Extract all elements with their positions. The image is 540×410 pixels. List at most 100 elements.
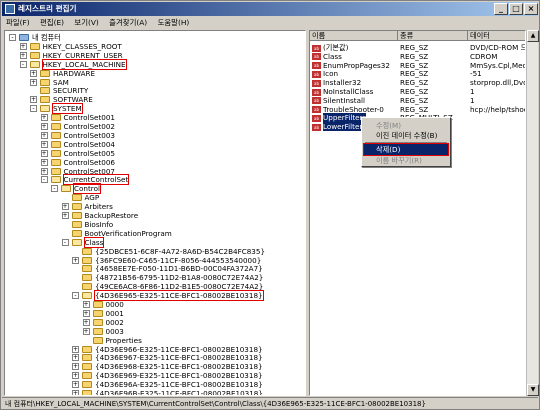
title-bar[interactable]: 레지스트리 편집기 _ □ × (2, 2, 538, 16)
vertical-scrollbar[interactable]: ▲ ▼ (526, 30, 539, 396)
tree-node-label[interactable]: SECURITY (53, 86, 88, 95)
list-item[interactable]: ab Class REG_SZ CDROM (310, 52, 525, 61)
column-header-type[interactable]: 종류 (398, 31, 468, 41)
tree-node-label[interactable]: SOFTWARE (53, 95, 93, 104)
tree-node[interactable]: + ControlSet007 (5, 167, 303, 176)
tree-node[interactable]: - SYSTEM (5, 103, 303, 115)
tree-node[interactable]: {25DBCE51-6C8F-4A72-8A6D-B54C2B4FC835} (5, 247, 303, 256)
tree-node[interactable]: + ControlSet006 (5, 158, 303, 167)
expand-toggle-icon[interactable]: + (82, 318, 90, 326)
expand-toggle-icon[interactable]: + (40, 158, 48, 166)
scroll-up-arrow-icon[interactable]: ▲ (527, 30, 539, 42)
tree-node-label[interactable]: HKEY_CURRENT_USER (43, 51, 123, 60)
tree-node[interactable]: SECURITY (5, 86, 303, 95)
list-item[interactable]: ab SilentInstall REG_SZ 1 (310, 96, 525, 105)
expand-toggle-icon[interactable]: + (40, 114, 48, 122)
collapse-toggle-icon[interactable]: - (40, 176, 48, 184)
list-item[interactable]: abEnumPropPages32 REG_SZ MmSys.Cpl,MediaPr (310, 61, 525, 70)
expand-toggle-icon[interactable]: + (40, 140, 48, 148)
tree-node[interactable]: + SOFTWARE (5, 95, 303, 104)
list-item[interactable]: ab(기본값) REG_SZ DVD/CD-ROM 드라이 (310, 43, 525, 52)
registry-tree-pane[interactable]: - 내 컴퓨터 + HKEY_CLASSES_ROOT + HKEY_CURRENT_US… (4, 30, 306, 396)
menu-help[interactable]: 도움말(H) (154, 16, 194, 29)
tree-node[interactable]: + ControlSet005 (5, 149, 303, 158)
tree-node[interactable]: - Class (5, 236, 303, 248)
tree-node[interactable]: + {4D36E968-E325-11CE-BFC1-08002BE10318} (5, 362, 303, 371)
tree-node-label[interactable]: HKEY_LOCAL_MACHINE (41, 58, 127, 70)
tree-node[interactable]: Properties (5, 336, 303, 345)
expand-toggle-icon[interactable]: + (30, 69, 37, 77)
list-item[interactable]: ab Icon REG_SZ -51 (310, 69, 525, 78)
tree-node-label[interactable]: {4D36E969-E325-11CE-BFC1-08002BE10318} (95, 371, 263, 380)
tree-node-label[interactable]: ControlSet003 (64, 131, 116, 140)
tree-node[interactable]: + ControlSet004 (5, 140, 303, 149)
tree-node[interactable]: + {4D36E969-E325-11CE-BFC1-08002BE10318} (5, 371, 303, 380)
tree-node-label[interactable]: {48721B56-6795-11D2-B1A8-0080C72E74A2} (95, 273, 263, 282)
tree-node-label[interactable]: SAM (53, 78, 69, 87)
collapse-toggle-icon[interactable]: - (51, 185, 58, 193)
scroll-down-arrow-icon[interactable]: ▼ (527, 384, 539, 396)
tree-node[interactable]: + Arbiters (5, 202, 303, 211)
expand-toggle-icon[interactable]: + (72, 381, 79, 389)
expand-toggle-icon[interactable]: + (61, 203, 69, 211)
tree-node-label[interactable]: BiosInfo (85, 220, 114, 229)
expand-toggle-icon[interactable]: + (82, 327, 90, 335)
tree-node-label[interactable]: {4D36E967-E325-11CE-BFC1-08002BE10318} (95, 353, 263, 362)
expand-toggle-icon[interactable]: + (30, 96, 37, 104)
tree-node-label[interactable]: Properties (106, 336, 142, 345)
expand-toggle-icon[interactable]: + (82, 309, 90, 317)
minimize-button[interactable]: _ (494, 3, 508, 15)
tree-node[interactable]: + BackupRestore (5, 211, 303, 220)
tree-node-label[interactable]: BackupRestore (85, 211, 139, 220)
tree-node-label[interactable]: ControlSet006 (64, 158, 116, 167)
tree-node-label[interactable]: {4D36E96A-E325-11CE-BFC1-08002BE10318} (95, 380, 263, 389)
collapse-toggle-icon[interactable]: - (9, 34, 16, 41)
collapse-toggle-icon[interactable]: - (61, 238, 69, 246)
menu-favorites[interactable]: 즐겨찾기(A) (105, 16, 151, 29)
menu-item-delete[interactable]: 삭제(D) (363, 143, 449, 156)
menu-file[interactable]: 파일(F) (2, 16, 34, 29)
tree-node[interactable]: + {4D36E966-E325-11CE-BFC1-08002BE10318} (5, 345, 303, 354)
tree-node[interactable]: +0001 (5, 309, 303, 318)
tree-node-label[interactable]: ControlSet001 (64, 113, 116, 122)
tree-node[interactable]: + {4D36E96B-E325-11CE-BFC1-08002BE10318} (5, 389, 303, 395)
tree-node-label[interactable]: {36FC9E60-C465-11CF-8056-444553540000} (95, 256, 261, 265)
tree-node-label[interactable]: BootVerificationProgram (85, 229, 172, 238)
tree-node-label[interactable]: {4D36E968-E325-11CE-BFC1-08002BE10318} (95, 362, 263, 371)
tree-node[interactable]: + ControlSet002 (5, 122, 303, 131)
tree-node[interactable]: - Control (5, 183, 303, 195)
expand-toggle-icon[interactable]: + (40, 131, 48, 139)
list-item[interactable]: abTroubleShooter-0 REG_SZ hcp://help/tshoo… (310, 105, 525, 114)
list-item[interactable]: abInstaller32 REG_SZ storprop.dll,DvdClass (310, 78, 525, 87)
collapse-toggle-icon[interactable]: - (19, 60, 27, 68)
tree-node-label[interactable]: HARDWARE (53, 69, 95, 78)
tree-node[interactable]: + HKEY_CLASSES_ROOT (5, 42, 303, 51)
tree-node[interactable]: AGP (5, 193, 303, 202)
tree-node-label[interactable]: ControlSet005 (64, 149, 116, 158)
expand-toggle-icon[interactable]: + (72, 354, 79, 362)
tree-node[interactable]: {4658EE7E-F050-11D1-B6BD-00C04FA372A7} (5, 264, 303, 273)
tree-node-label[interactable]: {4D36E966-E325-11CE-BFC1-08002BE10318} (95, 345, 263, 354)
tree-node[interactable]: + HKEY_CURRENT_USER (5, 51, 303, 60)
tree-node-label[interactable]: CurrentControlSet (62, 174, 130, 186)
expand-toggle-icon[interactable]: + (72, 390, 79, 395)
tree-node[interactable]: +0000 (5, 300, 303, 309)
tree-node-label[interactable]: AGP (85, 193, 100, 202)
expand-toggle-icon[interactable]: + (72, 345, 79, 353)
tree-node[interactable]: BiosInfo (5, 220, 303, 229)
tree-node[interactable]: - HKEY_LOCAL_MACHINE (5, 58, 303, 70)
values-list-pane[interactable]: 이름 종류 데이터 ab(기본값)REG_SZDVD/CD-ROM 드라이abC… (309, 30, 526, 396)
tree-node[interactable]: + {4D36E96A-E325-11CE-BFC1-08002BE10318} (5, 380, 303, 389)
tree-node-label[interactable]: 0001 (106, 309, 124, 318)
tree-node-label[interactable]: 0003 (106, 327, 124, 336)
tree-node[interactable]: +0003 (5, 327, 303, 336)
tree-node-label[interactable]: ControlSet007 (64, 167, 116, 176)
tree-node-label[interactable]: {4D36E96B-E325-11CE-BFC1-08002BE10318} (95, 389, 263, 395)
expand-toggle-icon[interactable]: + (72, 372, 79, 380)
expand-toggle-icon[interactable]: + (61, 212, 69, 219)
expand-toggle-icon[interactable]: + (40, 167, 48, 175)
expand-toggle-icon[interactable]: + (40, 123, 48, 130)
tree-node[interactable]: BootVerificationProgram (5, 229, 303, 238)
tree-node-label[interactable]: ControlSet002 (64, 122, 116, 131)
tree-node[interactable]: {49CE6AC8-6F86-11D2-B1E5-0080C72E74A2} (5, 282, 303, 291)
